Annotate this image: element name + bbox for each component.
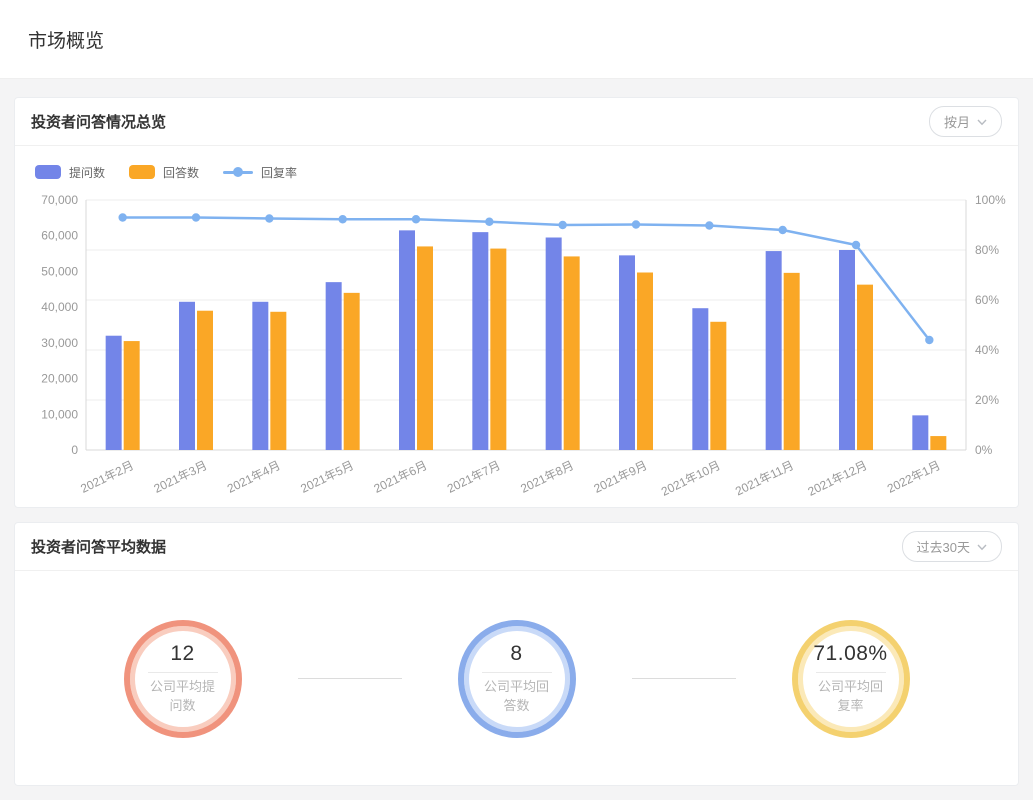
connector-line	[297, 678, 402, 679]
avg-questions-label: 公司平均提问数	[149, 678, 215, 713]
svg-text:40,000: 40,000	[41, 300, 78, 314]
svg-text:70,000: 70,000	[41, 193, 78, 207]
avg-questions-stat: 12 公司平均提问数	[123, 619, 242, 738]
svg-text:0%: 0%	[975, 443, 993, 457]
avg-questions-circle: 12 公司平均提问数	[123, 619, 242, 738]
chart-legend: 提问数 回答数 回复率	[35, 161, 1002, 183]
qa-overview-card: 投资者问答情况总览 按月 提问数 回答数 回复率 0 10,000 20,000 30…	[14, 97, 1019, 508]
svg-text:2021年11月: 2021年11月	[733, 458, 796, 498]
qa-average-card: 投资者问答平均数据 过去30天 12 公司平均提问数 8 公司平均回答数 71.…	[14, 522, 1019, 786]
svg-text:20,000: 20,000	[41, 372, 78, 386]
avg-reply-rate-value: 71.08%	[813, 641, 888, 665]
svg-text:0: 0	[71, 443, 78, 457]
avg-answers-stat: 8 公司平均回答数	[457, 619, 576, 738]
questions-swatch-icon	[35, 165, 61, 179]
answers-swatch-icon	[129, 165, 156, 179]
connector-line	[631, 678, 736, 679]
legend-item-answers[interactable]: 回答数	[129, 164, 199, 181]
qa-overview-card-header: 投资者问答情况总览 按月	[15, 98, 1018, 146]
avg-answers-value: 8	[510, 641, 523, 665]
svg-text:60,000: 60,000	[41, 229, 78, 243]
svg-text:100%: 100%	[975, 193, 1006, 207]
legend-item-questions[interactable]: 提问数	[35, 164, 105, 181]
period-dropdown-value: 按月	[943, 115, 970, 130]
svg-text:2021年3月: 2021年3月	[152, 458, 210, 496]
svg-text:80%: 80%	[975, 243, 999, 257]
svg-text:2021年12月: 2021年12月	[806, 458, 870, 499]
qa-overview-card-title: 投资者问答情况总览	[31, 114, 167, 131]
chevron-down-icon	[977, 542, 987, 552]
reply-rate-line-icon	[223, 165, 254, 179]
avg-questions-value: 12	[170, 641, 195, 665]
svg-text:2021年4月: 2021年4月	[225, 458, 283, 496]
svg-text:50,000: 50,000	[41, 264, 78, 278]
divider	[147, 671, 218, 673]
svg-text:2021年5月: 2021年5月	[298, 458, 356, 496]
qa-average-card-title: 投资者问答平均数据	[31, 539, 167, 556]
svg-text:60%: 60%	[975, 293, 999, 307]
period-dropdown[interactable]: 按月	[928, 106, 1002, 137]
avg-reply-rate-stat: 71.08% 公司平均回复率	[791, 619, 910, 738]
avg-answers-circle: 8 公司平均回答数	[457, 619, 576, 738]
average-stats-row: 12 公司平均提问数 8 公司平均回答数 71.08% 公司平均回复率	[15, 571, 1018, 785]
chevron-down-icon	[977, 117, 987, 127]
avg-reply-rate-circle: 71.08% 公司平均回复率	[791, 619, 910, 738]
range-dropdown-value: 过去30天	[916, 540, 970, 555]
svg-text:2021年7月: 2021年7月	[445, 458, 503, 496]
svg-text:2021年8月: 2021年8月	[518, 458, 576, 496]
avg-reply-rate-label: 公司平均回复率	[817, 678, 883, 713]
legend-label: 回复率	[261, 165, 298, 180]
divider	[481, 671, 552, 673]
svg-text:30,000: 30,000	[41, 336, 78, 350]
svg-text:2021年2月: 2021年2月	[78, 458, 136, 496]
svg-text:2021年10月: 2021年10月	[659, 458, 723, 499]
svg-text:20%: 20%	[975, 393, 999, 407]
qa-chart-svg: 0 10,000 20,000 30,000 40,000 50,000 60,000 70,…	[41, 193, 1006, 499]
svg-text:2021年9月: 2021年9月	[592, 458, 650, 496]
legend-item-reply-rate[interactable]: 回复率	[223, 164, 297, 181]
svg-text:40%: 40%	[975, 343, 999, 357]
avg-answers-label: 公司平均回答数	[483, 678, 549, 713]
page-header: 市场概览	[0, 0, 1033, 79]
svg-text:10,000: 10,000	[41, 407, 78, 421]
legend-label: 提问数	[69, 165, 106, 180]
page-title: 市场概览	[28, 31, 105, 52]
legend-label: 回答数	[163, 165, 200, 180]
qa-chart: 0 10,000 20,000 30,000 40,000 50,000 60,000 70,…	[15, 183, 1018, 503]
svg-text:2022年1月: 2022年1月	[885, 458, 943, 496]
svg-text:2021年6月: 2021年6月	[372, 458, 430, 496]
qa-average-card-header: 投资者问答平均数据 过去30天	[15, 523, 1018, 571]
divider	[815, 671, 886, 673]
range-dropdown[interactable]: 过去30天	[901, 531, 1002, 562]
